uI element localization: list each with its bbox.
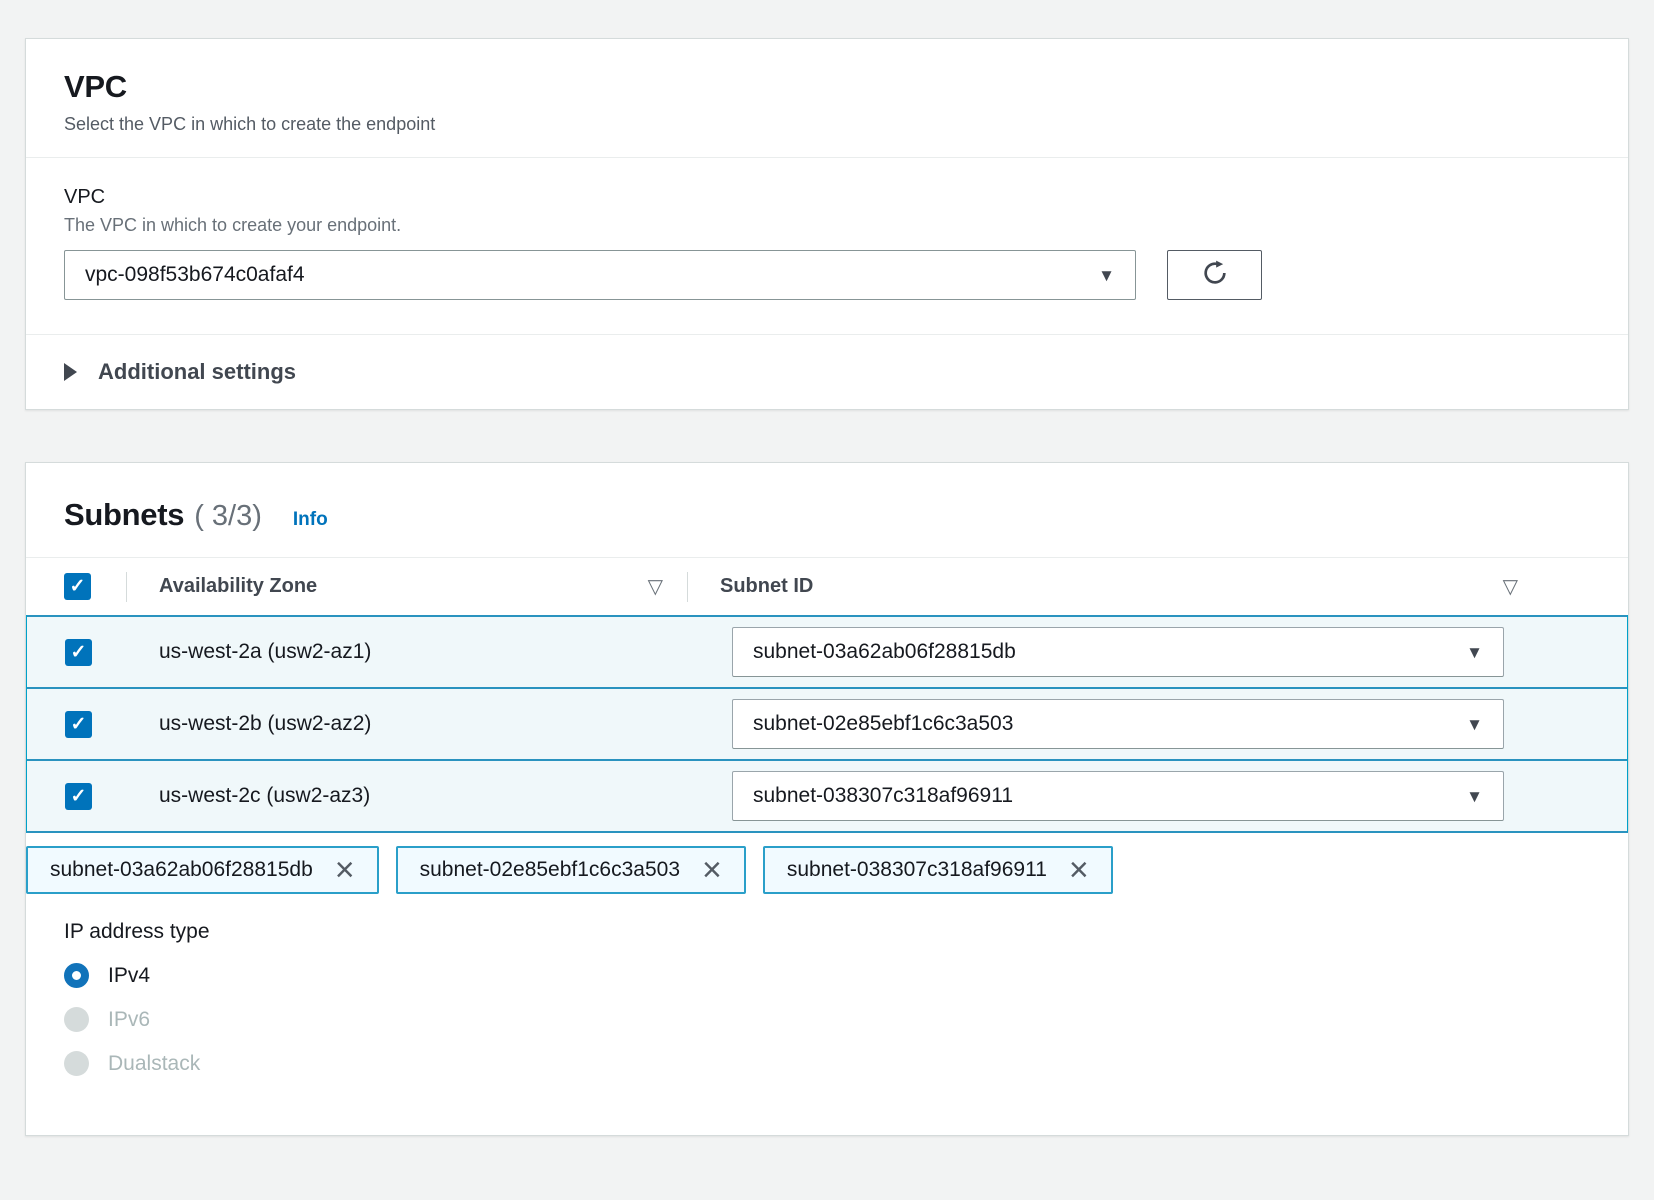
chevron-down-icon: ▼ bbox=[1466, 788, 1483, 805]
vpc-field-description: The VPC in which to create your endpoint… bbox=[64, 215, 1590, 236]
radio-option-ipv4[interactable]: IPv4 bbox=[64, 963, 1590, 988]
chevron-down-icon: ▼ bbox=[1098, 267, 1115, 284]
subnet-token: subnet-02e85ebf1c6c3a503 × bbox=[396, 846, 746, 894]
radio-label: Dualstack bbox=[108, 1052, 200, 1076]
vpc-select-value: vpc-098f53b674c0afaf4 bbox=[85, 263, 305, 287]
subnet-id-select[interactable]: subnet-038307c318af96911 ▼ bbox=[732, 771, 1504, 821]
sort-icon[interactable]: ▽ bbox=[1503, 574, 1518, 599]
dismiss-icon[interactable]: × bbox=[335, 853, 355, 887]
additional-settings-label: Additional settings bbox=[98, 359, 296, 385]
subnet-id-select[interactable]: subnet-02e85ebf1c6c3a503 ▼ bbox=[732, 699, 1504, 749]
dismiss-icon[interactable]: × bbox=[702, 853, 722, 887]
row-checkbox[interactable]: ✓ bbox=[65, 783, 92, 810]
subnet-token: subnet-03a62ab06f28815db × bbox=[26, 846, 379, 894]
availability-zone-cell: us-west-2a (usw2-az1) bbox=[127, 640, 732, 664]
vpc-panel: VPC Select the VPC in which to create th… bbox=[25, 38, 1629, 410]
table-row: ✓ us-west-2a (usw2-az1) subnet-03a62ab06… bbox=[27, 615, 1627, 687]
availability-zone-cell: us-west-2b (usw2-az2) bbox=[127, 712, 732, 736]
radio-option-dualstack: Dualstack bbox=[64, 1051, 1590, 1076]
availability-zone-cell: us-west-2c (usw2-az3) bbox=[127, 784, 732, 808]
radio-option-ipv6: IPv6 bbox=[64, 1007, 1590, 1032]
check-icon: ✓ bbox=[71, 785, 87, 808]
subnet-id-select[interactable]: subnet-03a62ab06f28815db ▼ bbox=[732, 627, 1504, 677]
vpc-select[interactable]: vpc-098f53b674c0afaf4 ▼ bbox=[64, 250, 1136, 300]
subnets-panel: Subnets ( 3/3) Info ✓ Availability Zone … bbox=[25, 462, 1629, 1136]
radio-disabled-icon bbox=[64, 1051, 89, 1076]
subnet-id-value: subnet-038307c318af96911 bbox=[753, 784, 1013, 808]
subnet-id-value: subnet-02e85ebf1c6c3a503 bbox=[753, 712, 1013, 736]
expander-triangle-icon bbox=[64, 363, 77, 381]
subnets-count: ( 3/3) bbox=[194, 500, 262, 533]
dismiss-icon[interactable]: × bbox=[1069, 853, 1089, 887]
additional-settings-expander[interactable]: Additional settings bbox=[26, 334, 1628, 409]
check-icon: ✓ bbox=[70, 575, 86, 598]
chevron-down-icon: ▼ bbox=[1466, 716, 1483, 733]
column-header-subnet-id: Subnet ID bbox=[720, 575, 813, 598]
row-checkbox[interactable]: ✓ bbox=[65, 639, 92, 666]
refresh-icon bbox=[1201, 259, 1229, 292]
select-all-checkbox[interactable]: ✓ bbox=[64, 573, 91, 600]
row-checkbox[interactable]: ✓ bbox=[65, 711, 92, 738]
subnets-table-header: ✓ Availability Zone ▽ Subnet ID ▽ bbox=[26, 557, 1628, 615]
subnet-token-label: subnet-02e85ebf1c6c3a503 bbox=[420, 858, 680, 882]
subnets-title: Subnets bbox=[64, 497, 184, 533]
refresh-button[interactable] bbox=[1167, 250, 1262, 300]
table-row: ✓ us-west-2b (usw2-az2) subnet-02e85ebf1… bbox=[27, 687, 1627, 759]
vpc-panel-title: VPC bbox=[64, 69, 1590, 105]
subnet-id-value: subnet-03a62ab06f28815db bbox=[753, 640, 1016, 664]
check-icon: ✓ bbox=[71, 713, 87, 736]
table-row: ✓ us-west-2c (usw2-az3) subnet-038307c31… bbox=[27, 759, 1627, 831]
check-icon: ✓ bbox=[71, 641, 87, 664]
column-header-availability-zone: Availability Zone bbox=[159, 575, 317, 598]
radio-label: IPv4 bbox=[108, 964, 150, 988]
ip-address-type-label: IP address type bbox=[64, 920, 1590, 944]
radio-selected-icon[interactable] bbox=[64, 963, 89, 988]
info-link[interactable]: Info bbox=[293, 509, 328, 531]
subnet-token: subnet-038307c318af96911 × bbox=[763, 846, 1113, 894]
vpc-panel-header: VPC Select the VPC in which to create th… bbox=[26, 39, 1628, 157]
subnet-token-label: subnet-03a62ab06f28815db bbox=[50, 858, 313, 882]
chevron-down-icon: ▼ bbox=[1466, 644, 1483, 661]
vpc-panel-subtitle: Select the VPC in which to create the en… bbox=[64, 114, 1590, 135]
vpc-field-label: VPC bbox=[64, 186, 1590, 209]
sort-icon[interactable]: ▽ bbox=[648, 574, 663, 599]
radio-disabled-icon bbox=[64, 1007, 89, 1032]
radio-label: IPv6 bbox=[108, 1008, 150, 1032]
subnet-token-label: subnet-038307c318af96911 bbox=[787, 858, 1047, 882]
